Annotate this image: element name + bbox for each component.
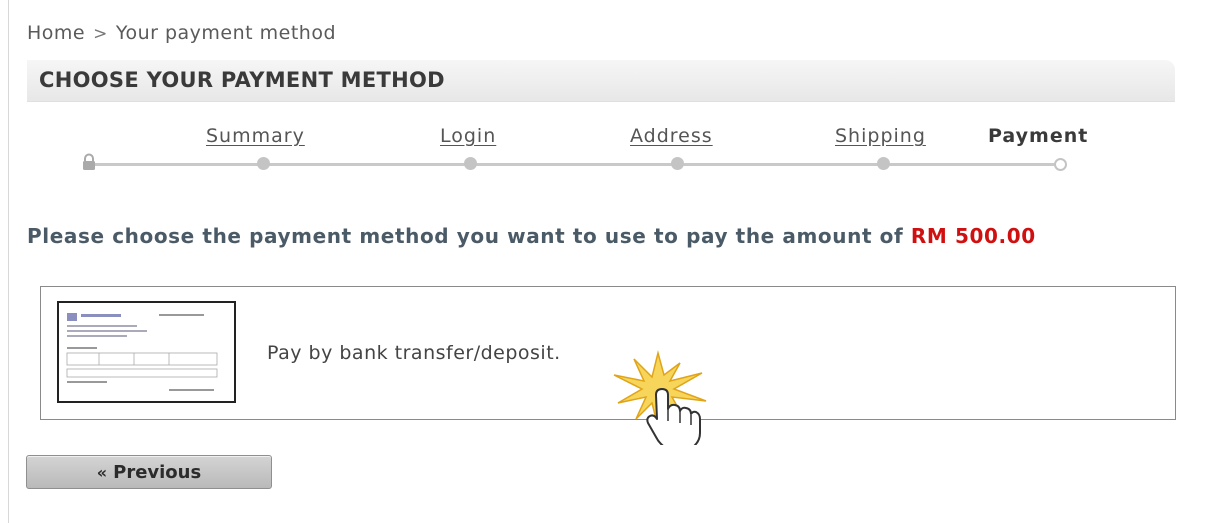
- click-hand-cursor-icon: [613, 350, 707, 445]
- amount-due: RM 500.00: [910, 224, 1036, 248]
- breadcrumb-home-link[interactable]: Home: [27, 22, 85, 44]
- step-summary[interactable]: Summary: [206, 125, 305, 147]
- step-dot-summary: [257, 157, 270, 170]
- breadcrumb-current: Your payment method: [115, 22, 337, 44]
- page-border: [8, 0, 9, 523]
- page-title: CHOOSE YOUR PAYMENT METHOD: [39, 68, 445, 92]
- cheque-thumbnail-icon: [57, 301, 236, 403]
- step-dot-address: [671, 157, 684, 170]
- payment-option-label: Pay by bank transfer/deposit.: [267, 342, 561, 364]
- step-address[interactable]: Address: [630, 125, 713, 147]
- page-title-bar: CHOOSE YOUR PAYMENT METHOD: [27, 60, 1175, 102]
- step-dot-login: [464, 157, 477, 170]
- step-payment: Payment: [988, 125, 1089, 147]
- previous-button[interactable]: « Previous: [26, 455, 272, 489]
- previous-button-label: Previous: [113, 461, 202, 483]
- steps-track: [89, 163, 1061, 166]
- checkout-steps: Summary Login Address Shipping Payment: [0, 120, 1206, 180]
- double-chevron-left-icon: «: [96, 462, 108, 482]
- breadcrumb-separator: >: [93, 24, 108, 44]
- step-dot-payment: [1054, 158, 1067, 171]
- lock-icon: [83, 153, 95, 170]
- step-login[interactable]: Login: [440, 125, 496, 147]
- prompt-text: Please choose the payment method you wan…: [27, 224, 904, 248]
- step-shipping[interactable]: Shipping: [835, 125, 926, 147]
- payment-prompt: Please choose the payment method you wan…: [27, 224, 1036, 248]
- breadcrumb: Home > Your payment method: [27, 22, 336, 44]
- step-dot-shipping: [877, 157, 890, 170]
